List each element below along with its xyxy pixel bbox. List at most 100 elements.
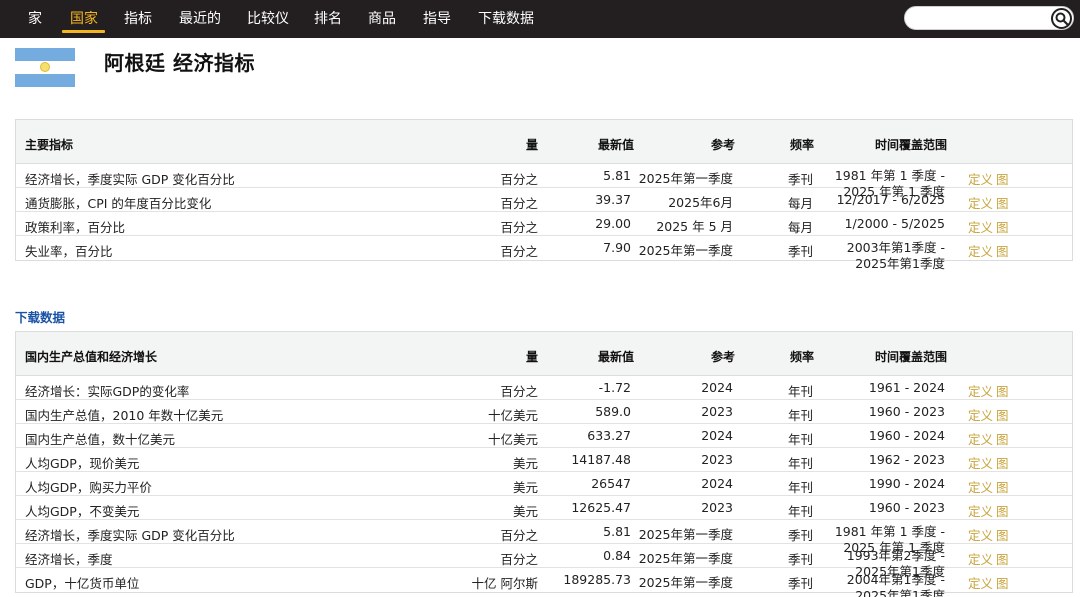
header-coverage: 时间覆盖范围 — [874, 138, 947, 152]
chart-link[interactable]: 图 — [996, 381, 1009, 400]
reference-cell: 2023 — [701, 500, 733, 515]
latest-value: 589.0 — [595, 404, 631, 419]
nav-item-rankings[interactable]: 排名 — [314, 0, 342, 38]
reference-cell: 2025年6月 — [668, 195, 733, 210]
definition-link[interactable]: 定义 — [968, 381, 993, 400]
coverage-cell: 2003年第1季度 -2025年第1季度 — [846, 240, 945, 271]
search-button[interactable] — [1051, 8, 1072, 29]
nav-item-download-data[interactable]: 下载数据 — [478, 0, 534, 38]
definition-link[interactable]: 定义 — [968, 241, 993, 260]
indicator-name: 人均GDP，不变美元 — [25, 504, 140, 519]
definition-link[interactable]: 定义 — [968, 193, 993, 212]
frequency-cell: 年刊 — [788, 384, 814, 399]
chart-link[interactable]: 图 — [996, 477, 1009, 496]
latest-value: 39.37 — [595, 192, 631, 207]
indicator-name: 国内生产总值，数十亿美元 — [25, 432, 176, 447]
chart-link[interactable]: 图 — [996, 241, 1009, 260]
frequency-cell: 年刊 — [788, 408, 814, 423]
search-input[interactable] — [915, 10, 1045, 27]
table-row: 政策利率，百分比 百分之 29.00 2025 年 5 月 每月 1/2000 - 5/2… — [16, 212, 1072, 236]
definition-link[interactable]: 定义 — [968, 429, 993, 448]
latest-value: 5.81 — [603, 524, 631, 539]
chart-link[interactable]: 图 — [996, 193, 1009, 212]
coverage-cell: 1990 - 2024 — [868, 476, 945, 491]
definition-link[interactable]: 定义 — [968, 217, 993, 236]
unit-cell: 百分之 — [500, 220, 538, 235]
definition-link[interactable]: 定义 — [968, 453, 993, 472]
latest-value: 12625.47 — [571, 500, 631, 515]
latest-value: 633.27 — [587, 428, 631, 443]
definition-link[interactable]: 定义 — [968, 525, 993, 544]
header-reference: 参考 — [710, 350, 735, 364]
table-row: 经济增长：实际GDP的变化率 百分之 -1.72 2024 年刊 1961 - 2024 定… — [16, 376, 1072, 400]
chart-link[interactable]: 图 — [996, 429, 1009, 448]
definition-link[interactable]: 定义 — [968, 477, 993, 496]
reference-cell: 2025年第一季度 — [638, 551, 733, 566]
chart-link[interactable]: 图 — [996, 501, 1009, 520]
reference-cell: 2023 — [701, 452, 733, 467]
chart-link[interactable]: 图 — [996, 453, 1009, 472]
chart-link[interactable]: 图 — [996, 573, 1009, 592]
table-row: 国内生产总值，2010 年数十亿美元 十亿美元 589.0 2023 年刊 1960 - … — [16, 400, 1072, 424]
nav-item-commodities[interactable]: 商品 — [368, 0, 396, 38]
header-frequency: 频率 — [790, 350, 815, 364]
download-data-link[interactable]: 下载数据 — [15, 307, 65, 326]
header-latest: 最新值 — [597, 350, 634, 364]
frequency-cell: 每月 — [788, 220, 814, 235]
nav-item-indicators[interactable]: 指标 — [124, 0, 152, 38]
table-row: 经济增长，季度实际 GDP 变化百分比 百分之 5.81 2025年第一季度 季刊 198… — [16, 520, 1072, 555]
reference-cell: 2024 — [701, 380, 733, 395]
header-indicator: 主要指标 — [25, 138, 74, 152]
indicator-name: 通货膨胀，CPI 的年度百分比变化 — [25, 196, 212, 211]
header-reference: 参考 — [710, 138, 735, 152]
nav-item-comparator[interactable]: 比较仪 — [247, 0, 289, 38]
unit-cell: 百分之 — [500, 244, 538, 259]
frequency-cell: 年刊 — [788, 456, 814, 471]
unit-cell: 十亿 阿尔斯 — [471, 576, 538, 591]
definition-link[interactable]: 定义 — [968, 549, 993, 568]
table-row: 经济增长，季度实际 GDP 变化百分比 百分之 5.81 2025年第一季度 季刊 198… — [16, 164, 1072, 199]
frequency-cell: 季刊 — [788, 244, 814, 259]
latest-value: 26547 — [591, 476, 631, 491]
table-header: 主要指标 量 最新值 参考 频率 时间覆盖范围 — [16, 120, 1072, 164]
nav-item-guide[interactable]: 指导 — [423, 0, 451, 38]
sun-of-may-icon — [40, 62, 50, 72]
frequency-cell: 季刊 — [788, 172, 814, 187]
indicator-name: 失业率，百分比 — [25, 244, 113, 259]
latest-value: 29.00 — [595, 216, 631, 231]
indicator-name: 人均GDP，购买力平价 — [25, 480, 152, 495]
definition-link[interactable]: 定义 — [968, 501, 993, 520]
definition-link[interactable]: 定义 — [968, 573, 993, 592]
frequency-cell: 年刊 — [788, 432, 814, 447]
frequency-cell: 年刊 — [788, 480, 814, 495]
table-row: 国内生产总值，数十亿美元 十亿美元 633.27 2024 年刊 1960 - 2024 定… — [16, 424, 1072, 448]
table-row: 人均GDP，购买力平价 美元 26547 2024 年刊 1990 - 2024 定义图 — [16, 472, 1072, 496]
coverage-cell: 1960 - 2024 — [868, 428, 945, 443]
header-indicator: 国内生产总值和经济增长 — [25, 350, 158, 364]
nav-item-home[interactable]: 家 — [28, 0, 42, 38]
frequency-cell: 季刊 — [788, 528, 814, 543]
indicator-name: 经济增长，季度实际 GDP 变化百分比 — [25, 528, 235, 543]
nav-item-recent[interactable]: 最近的 — [179, 0, 221, 38]
chart-link[interactable]: 图 — [996, 405, 1009, 424]
chart-link[interactable]: 图 — [996, 525, 1009, 544]
unit-cell: 美元 — [512, 456, 538, 471]
reference-cell: 2024 — [701, 476, 733, 491]
search-box — [904, 6, 1074, 30]
chart-link[interactable]: 图 — [996, 549, 1009, 568]
indicator-name: 经济增长，季度实际 GDP 变化百分比 — [25, 172, 235, 187]
latest-value: 14187.48 — [571, 452, 631, 467]
chart-link[interactable]: 图 — [996, 169, 1009, 188]
latest-value: 5.81 — [603, 168, 631, 183]
coverage-cell: 1/2000 - 5/2025 — [844, 216, 945, 231]
table-row: 通货膨胀，CPI 的年度百分比变化 百分之 39.37 2025年6月 每月 12/201… — [16, 188, 1072, 212]
definition-link[interactable]: 定义 — [968, 169, 993, 188]
definition-link[interactable]: 定义 — [968, 405, 993, 424]
header-unit: 量 — [525, 138, 538, 152]
indicator-name: 政策利率，百分比 — [25, 220, 126, 235]
indicator-name: GDP，十亿货币单位 — [25, 576, 140, 591]
unit-cell: 百分之 — [500, 552, 538, 567]
main-indicators-table: 主要指标 量 最新值 参考 频率 时间覆盖范围 经济增长，季度实际 GDP 变化… — [15, 119, 1073, 271]
argentina-flag-icon — [15, 48, 75, 87]
chart-link[interactable]: 图 — [996, 217, 1009, 236]
